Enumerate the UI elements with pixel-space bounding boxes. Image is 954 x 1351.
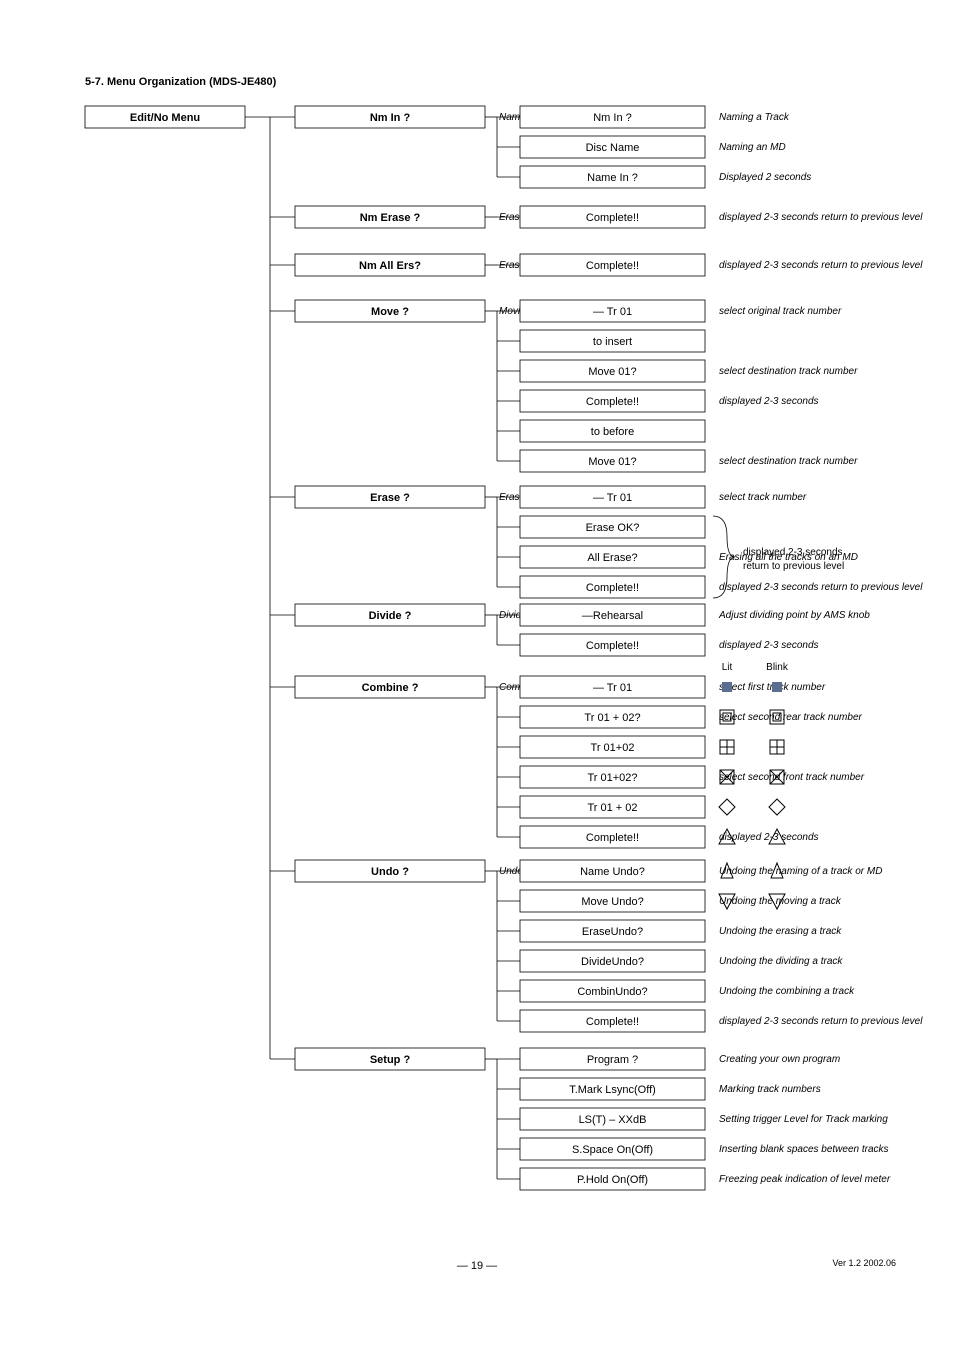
- child-box-8-2-brief: Setting trigger Level for Track marking: [719, 1114, 888, 1125]
- child-box-5-0-label: —Rehearsal: [582, 610, 643, 622]
- child-box-8-3-brief: Inserting blank spaces between tracks: [719, 1144, 889, 1155]
- child-box-8-0-brief: Creating your own program: [719, 1054, 840, 1065]
- child-box-3-3-label: Complete!!: [586, 396, 639, 408]
- child-box-4-1-label: Erase OK?: [586, 522, 640, 534]
- main-box-5-label: Divide ?: [369, 610, 412, 622]
- child-box-1-0-brief: displayed 2-3 seconds return to previous…: [719, 212, 923, 223]
- child-box-7-5-label: Complete!!: [586, 1016, 639, 1028]
- child-box-3-0-brief: select original track number: [719, 306, 842, 317]
- symbol-header-blink: Blink: [766, 662, 789, 673]
- child-box-8-0-label: Program ?: [587, 1054, 638, 1066]
- main-box-0-label: Nm In ?: [370, 112, 411, 124]
- child-box-7-0-brief: Undoing the naming of a track or MD: [719, 866, 882, 877]
- child-box-3-2-label: Move 01?: [588, 366, 636, 378]
- child-box-7-1-label: Move Undo?: [581, 896, 643, 908]
- child-box-5-1-label: Complete!!: [586, 640, 639, 652]
- child-box-0-2-brief: Displayed 2 seconds: [719, 172, 811, 183]
- child-box-3-2-brief: select destination track number: [719, 366, 858, 377]
- child-box-7-5-brief: displayed 2-3 seconds return to previous…: [719, 1016, 923, 1027]
- child-box-3-4-label: to before: [591, 426, 634, 438]
- child-box-7-3-brief: Undoing the dividing a track: [719, 956, 843, 967]
- main-box-4-label: Erase ?: [370, 492, 410, 504]
- child-box-0-0-brief: Naming a Track: [719, 112, 790, 123]
- revision-label: Ver 1.2 2002.06: [832, 1258, 896, 1268]
- child-box-7-4-label: CombinUndo?: [577, 986, 647, 998]
- main-box-8-label: Setup ?: [370, 1054, 411, 1066]
- symbol-header-lit: Lit: [722, 662, 733, 673]
- child-box-0-0-label: Nm In ?: [593, 112, 632, 124]
- child-box-5-1-brief: displayed 2-3 seconds: [719, 640, 819, 651]
- child-box-6-4-label: Tr 01 + 02: [587, 802, 637, 814]
- child-box-4-2-label: All Erase?: [587, 552, 637, 564]
- child-box-0-1-brief: Naming an MD: [719, 142, 786, 153]
- child-box-8-4-label: P.Hold On(Off): [577, 1174, 648, 1186]
- child-box-4-3-brief: displayed 2-3 seconds return to previous…: [719, 582, 923, 593]
- child-box-6-2-label: Tr 01+02: [591, 742, 635, 754]
- page-number: — 19 —: [0, 1260, 954, 1272]
- child-box-8-1-label: T.Mark Lsync(Off): [569, 1084, 656, 1096]
- child-box-6-1-label: Tr 01 + 02?: [584, 712, 640, 724]
- brace-label-2: return to previous level: [743, 561, 844, 572]
- child-box-7-4-brief: Undoing the combining a track: [719, 986, 855, 997]
- child-box-8-4-brief: Freezing peak indication of level meter: [719, 1174, 891, 1185]
- child-box-4-3-label: Complete!!: [586, 582, 639, 594]
- root-box-label: Edit/No Menu: [130, 112, 200, 124]
- child-box-3-5-brief: select destination track number: [719, 456, 858, 467]
- child-box-3-0-label: — Tr 01: [593, 306, 632, 318]
- main-box-1-label: Nm Erase ?: [360, 212, 421, 224]
- child-box-8-3-label: S.Space On(Off): [572, 1144, 653, 1156]
- child-box-7-3-label: DivideUndo?: [581, 956, 644, 968]
- child-box-6-3-brief: select second front track number: [719, 772, 865, 783]
- child-box-5-0-brief: Adjust dividing point by AMS knob: [718, 610, 870, 621]
- child-box-3-5-label: Move 01?: [588, 456, 636, 468]
- main-box-3-label: Move ?: [371, 306, 409, 318]
- child-box-1-0-label: Complete!!: [586, 212, 639, 224]
- child-box-8-2-label: LS(T) – XXdB: [579, 1114, 647, 1126]
- brace-label-1: displayed 2-3 seconds: [743, 547, 843, 558]
- diagram-svg: Edit/No MenuNm In ?Naming a track or an …: [0, 0, 954, 1351]
- child-box-4-0-brief: select track number: [719, 492, 807, 503]
- child-box-6-1-brief: select second rear track number: [719, 712, 863, 723]
- main-box-6-label: Combine ?: [362, 682, 419, 694]
- child-box-7-0-label: Name Undo?: [580, 866, 645, 878]
- child-box-0-2-label: Name In ?: [587, 172, 638, 184]
- child-box-8-1-brief: Marking track numbers: [719, 1084, 821, 1095]
- child-box-3-1-label: to insert: [593, 336, 632, 348]
- child-box-6-3-label: Tr 01+02?: [587, 772, 637, 784]
- main-box-2-label: Nm All Ers?: [359, 260, 421, 272]
- section-title: 5-7. Menu Organization (MDS-JE480): [85, 76, 276, 88]
- child-box-2-0-label: Complete!!: [586, 260, 639, 272]
- main-box-7-label: Undo ?: [371, 866, 409, 878]
- child-box-0-1-label: Disc Name: [586, 142, 640, 154]
- child-box-7-1-brief: Undoing the moving a track: [719, 896, 842, 907]
- child-box-2-0-brief: displayed 2-3 seconds return to previous…: [719, 260, 923, 271]
- child-box-6-0-label: — Tr 01: [593, 682, 632, 694]
- child-box-6-5-label: Complete!!: [586, 832, 639, 844]
- child-box-7-2-brief: Undoing the erasing a track: [719, 926, 842, 937]
- child-box-7-2-label: EraseUndo?: [582, 926, 643, 938]
- child-box-3-3-brief: displayed 2-3 seconds: [719, 396, 819, 407]
- child-box-4-0-label: — Tr 01: [593, 492, 632, 504]
